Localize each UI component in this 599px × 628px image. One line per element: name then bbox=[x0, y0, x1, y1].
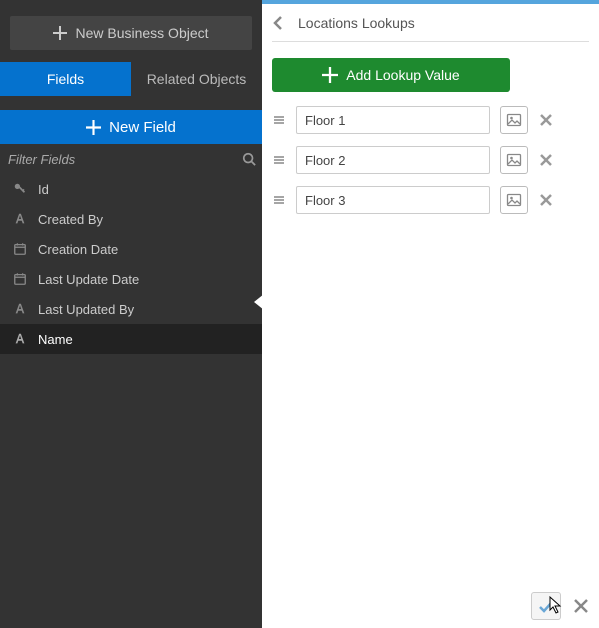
new-business-object-label: New Business Object bbox=[75, 25, 208, 41]
drag-handle-icon[interactable] bbox=[272, 113, 286, 127]
lookup-value-input[interactable] bbox=[296, 186, 490, 214]
image-picker-button[interactable] bbox=[500, 146, 528, 174]
confirm-button[interactable] bbox=[531, 592, 561, 620]
back-chevron-icon[interactable] bbox=[272, 15, 284, 31]
right-panel-title: Locations Lookups bbox=[298, 15, 415, 31]
plus-icon bbox=[322, 67, 338, 83]
lookup-value-input[interactable] bbox=[296, 106, 490, 134]
filter-fields-input[interactable] bbox=[0, 144, 262, 174]
new-field-label: New Field bbox=[109, 119, 176, 136]
text-icon bbox=[12, 301, 28, 317]
image-picker-button[interactable] bbox=[500, 106, 528, 134]
left-panel: New Business Object Fields Related Objec… bbox=[0, 0, 262, 628]
date-icon bbox=[12, 271, 28, 287]
lookup-value-input[interactable] bbox=[296, 146, 490, 174]
field-item-label: Last Updated By bbox=[38, 302, 134, 317]
image-picker-button[interactable] bbox=[500, 186, 528, 214]
remove-lookup-button[interactable] bbox=[538, 192, 554, 208]
right-panel: Locations Lookups Add Lookup Value bbox=[262, 0, 599, 628]
field-item-label: Id bbox=[38, 182, 49, 197]
remove-lookup-button[interactable] bbox=[538, 152, 554, 168]
field-item[interactable]: Name bbox=[0, 324, 262, 354]
search-icon bbox=[242, 152, 256, 166]
field-item-label: Created By bbox=[38, 212, 103, 227]
date-icon bbox=[12, 241, 28, 257]
tab-fields[interactable]: Fields bbox=[0, 62, 131, 96]
field-list: Id Created By Creation Date Last Update Dat… bbox=[0, 174, 262, 354]
new-field-button[interactable]: New Field bbox=[0, 110, 262, 144]
lookup-row bbox=[272, 186, 589, 214]
add-lookup-value-label: Add Lookup Value bbox=[346, 67, 459, 83]
lookup-row bbox=[272, 146, 589, 174]
filter-fields-wrap bbox=[0, 144, 262, 174]
left-tabs: Fields Related Objects bbox=[0, 62, 262, 96]
field-item-label: Creation Date bbox=[38, 242, 118, 257]
right-panel-header: Locations Lookups bbox=[272, 4, 589, 42]
drag-handle-icon[interactable] bbox=[272, 153, 286, 167]
plus-icon bbox=[53, 26, 67, 40]
right-panel-footer bbox=[531, 592, 589, 620]
lookup-row bbox=[272, 106, 589, 134]
remove-lookup-button[interactable] bbox=[538, 112, 554, 128]
lookup-rows bbox=[262, 106, 599, 214]
field-item[interactable]: Last Updated By bbox=[0, 294, 262, 324]
field-item[interactable]: Created By bbox=[0, 204, 262, 234]
field-item-label: Last Update Date bbox=[38, 272, 139, 287]
cancel-button[interactable] bbox=[573, 598, 589, 614]
text-icon bbox=[12, 211, 28, 227]
new-business-object-button[interactable]: New Business Object bbox=[10, 16, 252, 50]
field-item-label: Name bbox=[38, 332, 73, 347]
tab-related-objects[interactable]: Related Objects bbox=[131, 62, 262, 96]
drag-handle-icon[interactable] bbox=[272, 193, 286, 207]
key-icon bbox=[12, 181, 28, 197]
add-lookup-value-button[interactable]: Add Lookup Value bbox=[272, 58, 510, 92]
plus-icon bbox=[86, 120, 101, 135]
field-item[interactable]: Last Update Date bbox=[0, 264, 262, 294]
text-icon bbox=[12, 331, 28, 347]
field-item[interactable]: Creation Date bbox=[0, 234, 262, 264]
field-item[interactable]: Id bbox=[0, 174, 262, 204]
